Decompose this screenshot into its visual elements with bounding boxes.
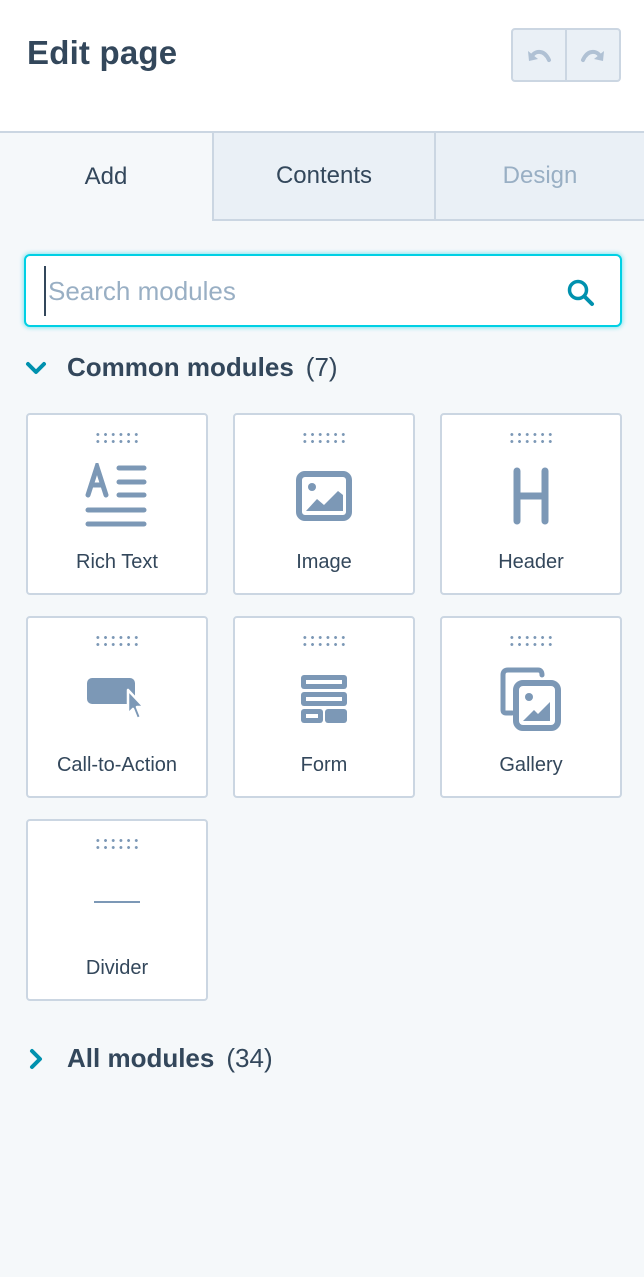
module-card-header[interactable]: Header [440, 413, 622, 595]
drag-handle-icon [94, 837, 140, 849]
search-icon[interactable] [566, 278, 596, 308]
header-icon [496, 461, 566, 531]
tab-contents[interactable]: Contents [214, 133, 436, 221]
drag-handle-icon [94, 431, 140, 443]
page-title: Edit page [27, 34, 178, 71]
section-label: Common modules [67, 352, 294, 382]
search-input[interactable] [44, 266, 548, 316]
form-icon [289, 664, 359, 734]
module-card-divider[interactable]: Divider [26, 819, 208, 1001]
chevron-right-icon [22, 1048, 50, 1070]
panel-tabs: Add Contents Design [0, 133, 644, 221]
divider-icon [82, 867, 152, 937]
tab-design[interactable]: Design [436, 133, 644, 221]
redo-icon [581, 49, 604, 62]
module-label: Header [498, 551, 564, 573]
module-label: Image [296, 551, 352, 573]
cta-icon [82, 664, 152, 734]
drag-handle-icon [301, 431, 347, 443]
gallery-icon [496, 664, 566, 734]
image-icon [289, 461, 359, 531]
drag-handle-icon [508, 634, 554, 646]
all-modules-toggle[interactable]: All modules (34) [22, 1043, 273, 1074]
section-label: All modules [67, 1043, 215, 1073]
module-card-form[interactable]: Form [233, 616, 415, 798]
module-label: Rich Text [76, 551, 158, 573]
module-card-image[interactable]: Image [233, 413, 415, 595]
section-count: (7) [305, 352, 338, 382]
section-count: (34) [226, 1043, 273, 1073]
drag-handle-icon [301, 634, 347, 646]
search-box [24, 254, 622, 327]
chevron-down-icon [22, 361, 50, 375]
drag-handle-icon [508, 431, 554, 443]
module-card-gallery[interactable]: Gallery [440, 616, 622, 798]
module-label: Gallery [499, 754, 563, 776]
undo-button[interactable] [513, 30, 565, 80]
module-label: Form [300, 754, 348, 776]
module-label: Call-to-Action [56, 754, 178, 776]
common-modules-toggle[interactable]: Common modules (7) [22, 352, 338, 383]
panel-header: Edit page [0, 0, 644, 133]
tab-add[interactable]: Add [0, 133, 214, 221]
rich-text-icon [82, 461, 152, 531]
module-grid: Rich Text Image Header Call-to-Action Fo… [26, 413, 622, 1001]
undo-redo-group [511, 28, 621, 82]
module-card-rich-text[interactable]: Rich Text [26, 413, 208, 595]
drag-handle-icon [94, 634, 140, 646]
module-label: Divider [85, 957, 149, 979]
module-card-call-to-action[interactable]: Call-to-Action [26, 616, 208, 798]
undo-icon [528, 49, 551, 62]
redo-button[interactable] [565, 30, 619, 80]
